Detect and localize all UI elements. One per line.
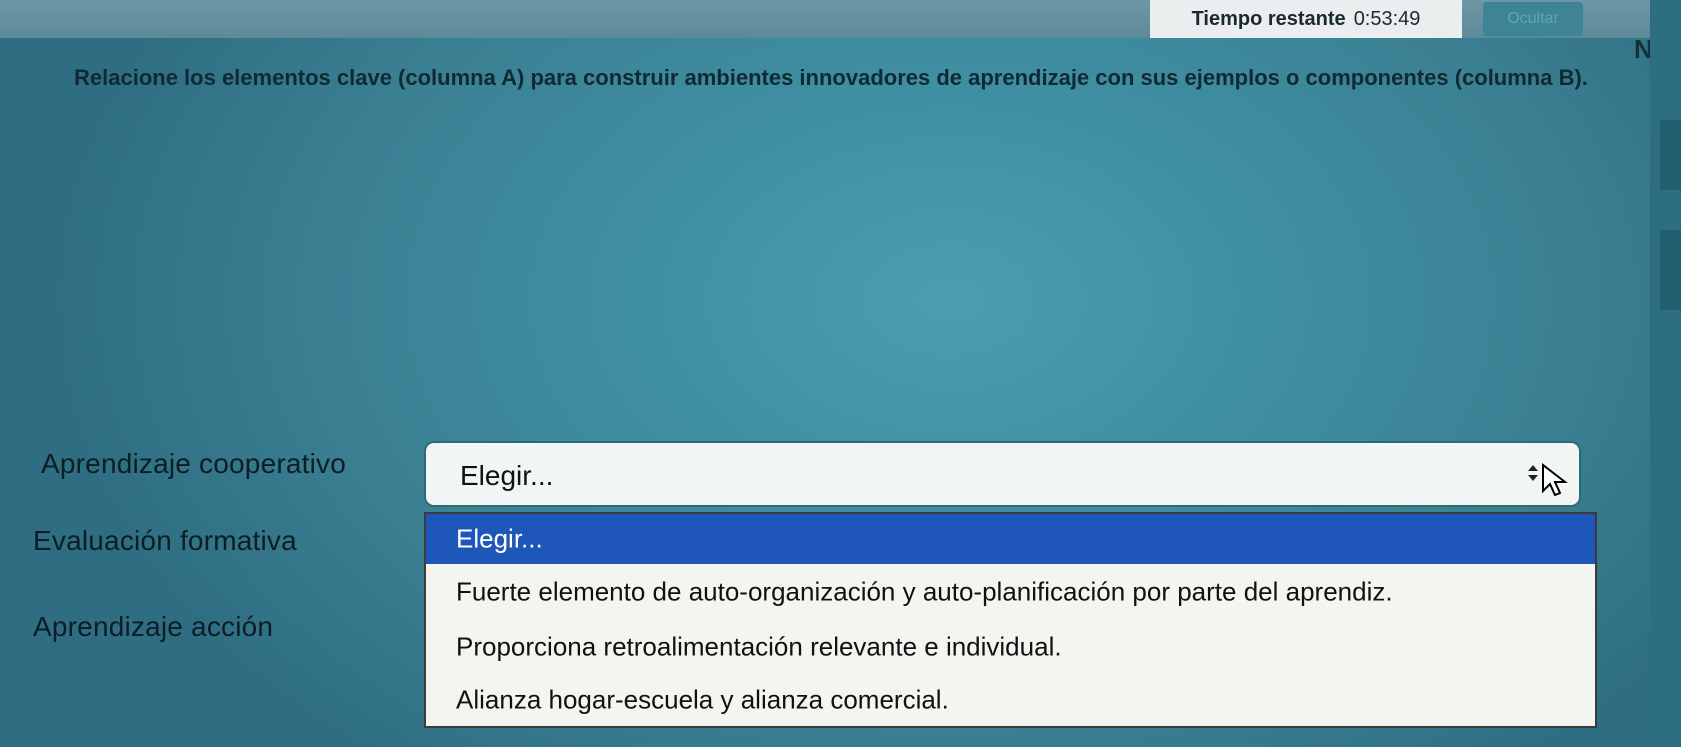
row-label-evaluacion: Evaluación formativa — [33, 525, 297, 556]
row-label-cooperativo: Aprendizaje cooperativo — [41, 448, 347, 479]
select-dropdown-list[interactable]: Elegir... Fuerte elemento de auto-organi… — [424, 512, 1597, 728]
dropdown-option-retroalimentacion[interactable]: Proporciona retroalimentación relevante … — [426, 620, 1595, 674]
option-label: Fuerte elemento de auto-organización y a… — [456, 576, 1393, 607]
select-value: Elegir... — [460, 460, 554, 491]
dropdown-option-alianza[interactable]: Alianza hogar-escuela y alianza comercia… — [426, 674, 1595, 726]
option-label: Elegir... — [456, 523, 543, 554]
right-panel — [1650, 0, 1681, 747]
timer-value: 0:53:49 — [1353, 7, 1421, 30]
timer-label: Tiempo restante — [1191, 7, 1346, 30]
option-label: Alianza hogar-escuela y alianza comercia… — [456, 684, 949, 715]
nav-block[interactable] — [1660, 230, 1681, 310]
option-label: Proporciona retroalimentación relevante … — [456, 631, 1062, 662]
dropdown-option-autoorganizacion[interactable]: Fuerte elemento de auto-organización y a… — [426, 564, 1595, 620]
hide-timer-button[interactable]: Ocultar — [1483, 2, 1583, 36]
dropdown-option-elegir[interactable]: Elegir... — [426, 514, 1595, 564]
nav-block[interactable] — [1660, 120, 1681, 190]
answer-select[interactable]: Elegir... — [424, 441, 1581, 507]
timer-box: Tiempo restante 0:53:49 — [1150, 0, 1462, 38]
mouse-cursor-icon — [1542, 463, 1568, 497]
select-arrows-icon — [1528, 465, 1538, 481]
row-label-accion: Aprendizaje acción — [33, 611, 274, 642]
question-text: Relacione los elementos clave (columna A… — [74, 65, 1588, 90]
